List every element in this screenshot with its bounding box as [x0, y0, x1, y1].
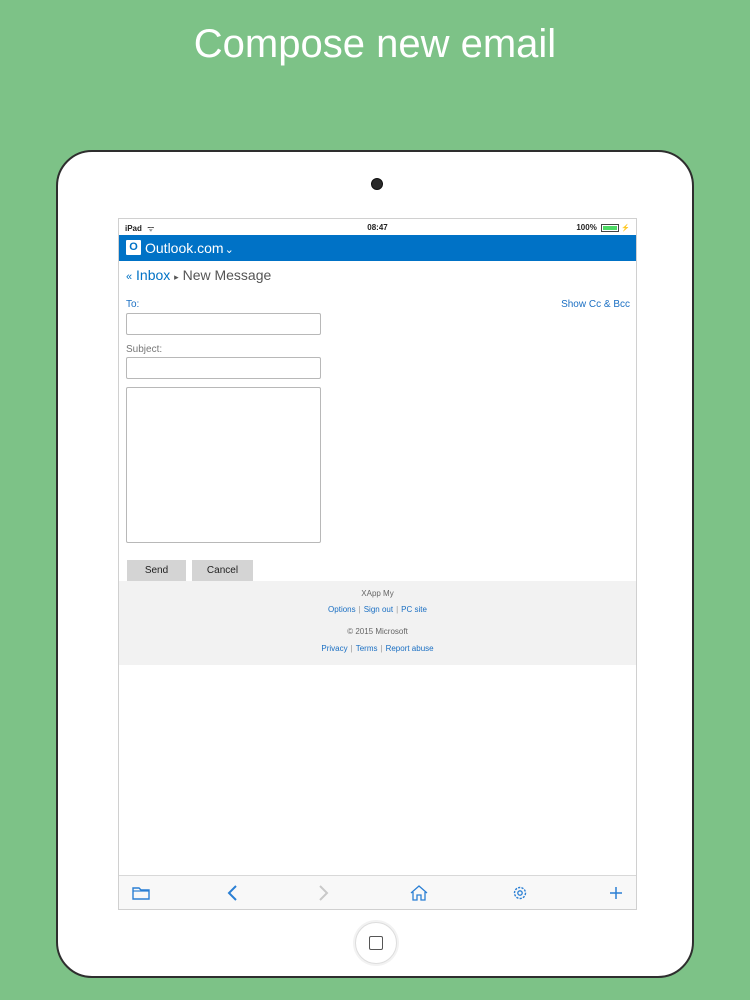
breadcrumb-separator-icon: ▸	[174, 272, 179, 282]
privacy-link[interactable]: Privacy	[321, 644, 347, 653]
forward-icon[interactable]	[312, 882, 334, 904]
headline: Compose new email	[193, 22, 557, 66]
subject-label: Subject:	[126, 344, 163, 355]
home-button-square-icon	[369, 936, 383, 950]
to-label: To:	[126, 299, 140, 310]
outlook-logo-icon: O	[126, 240, 141, 255]
footer-links-bottom: Privacy | Terms | Report abuse	[119, 644, 636, 653]
app-title: Outlook.com	[145, 240, 224, 256]
report-abuse-link[interactable]: Report abuse	[386, 644, 434, 653]
breadcrumb: « Inbox ▸ New Message	[126, 267, 271, 283]
camera-icon	[371, 178, 383, 190]
show-cc-bcc-link[interactable]: Show Cc & Bcc	[561, 299, 630, 310]
app-menu-button[interactable]: Outlook.com⌄	[145, 240, 234, 256]
ipad-frame: iPad ᯤ 08:47 100% ⚡ O Outlook.com⌄ « Inb…	[56, 150, 694, 978]
back-icon[interactable]	[222, 882, 244, 904]
to-field[interactable]	[126, 313, 321, 335]
battery-icon	[601, 223, 620, 232]
footer-links-top: Options | Sign out | PC site	[119, 605, 636, 614]
divider: |	[350, 644, 353, 653]
message-body-field[interactable]	[126, 387, 321, 543]
chevron-down-icon: ⌄	[224, 244, 234, 256]
terms-link[interactable]: Terms	[356, 644, 378, 653]
folder-icon[interactable]	[130, 882, 152, 904]
copyright: © 2015 Microsoft	[347, 627, 408, 636]
bottom-toolbar	[119, 875, 636, 909]
page-title: New Message	[182, 267, 272, 283]
divider: |	[358, 605, 361, 614]
footer: XApp My Options | Sign out | PC site © 2015 …	[119, 581, 636, 665]
clock: 08:47	[367, 223, 388, 232]
settings-icon[interactable]	[509, 882, 531, 904]
cancel-button[interactable]: Cancel	[192, 560, 253, 581]
plus-icon[interactable]	[605, 882, 627, 904]
send-button[interactable]: Send	[127, 560, 186, 581]
home-icon[interactable]	[408, 882, 430, 904]
sign-out-link[interactable]: Sign out	[364, 605, 393, 614]
subject-field[interactable]	[126, 357, 321, 379]
inbox-link[interactable]: Inbox	[136, 267, 170, 283]
battery-status: 100% ⚡	[576, 223, 630, 232]
app-header: O Outlook.com⌄	[119, 235, 636, 261]
account-name: XApp My	[361, 589, 394, 598]
screen: iPad ᯤ 08:47 100% ⚡ O Outlook.com⌄ « Inb…	[118, 218, 637, 910]
divider: |	[396, 605, 399, 614]
pc-site-link[interactable]: PC site	[401, 605, 427, 614]
home-button[interactable]	[355, 922, 397, 964]
status-bar: iPad ᯤ 08:47 100% ⚡	[119, 219, 636, 235]
options-link[interactable]: Options	[328, 605, 356, 614]
charging-icon: ⚡	[621, 225, 630, 232]
back-arrow-icon[interactable]: «	[126, 271, 132, 283]
divider: |	[380, 644, 383, 653]
